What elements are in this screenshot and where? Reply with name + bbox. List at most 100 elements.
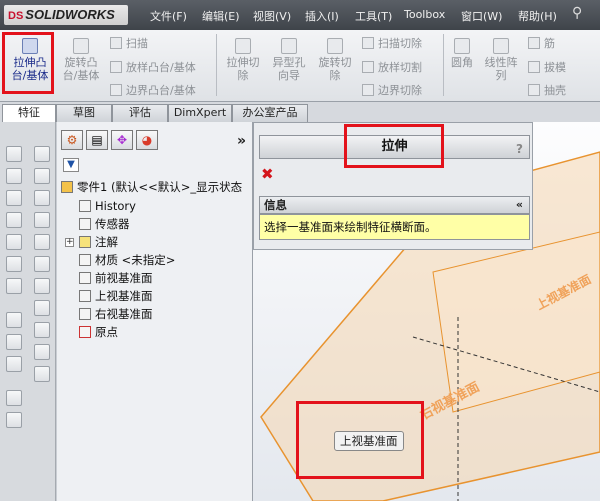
revolve-boss-icon [73,38,89,54]
menu-tools[interactable]: 工具(T) [355,8,392,24]
boundary-boss-button[interactable]: 边界凸台/基体 [110,82,196,98]
toolbar-tool-icon[interactable] [6,412,22,428]
toolbar-tool-icon[interactable] [6,312,22,328]
pin-icon[interactable]: ⚲ [572,5,582,21]
cancel-icon[interactable]: ✖ [261,165,274,183]
toolbar-tool-icon[interactable] [6,146,22,162]
revolve-cut-button[interactable]: 旋转切 除 [314,38,356,82]
extrude-cut-button[interactable]: 拉伸切 除 [222,38,264,82]
sweep-button[interactable]: 扫描 [110,35,148,51]
info-header[interactable]: 信息 « [259,196,530,214]
sweep-icon [110,37,122,49]
menu-file[interactable]: 文件(F) [150,8,187,24]
tree-part-root[interactable]: 零件1 (默认<<默认>_显示状态 [61,179,242,195]
toolbar-tool-icon[interactable] [34,168,50,184]
plane-icon [79,272,91,284]
lofted-cut-icon [362,61,374,73]
loft-icon [110,61,122,73]
tree-item-sensors[interactable]: 传感器 [79,216,130,232]
filter-icon[interactable]: ▼ [63,158,79,172]
lofted-cut-button[interactable]: 放样切割 [362,59,422,75]
display-manager-tab[interactable]: ◕ [136,130,158,150]
tree-item-origin[interactable]: 原点 [79,324,118,340]
collapse-icon[interactable]: « [516,197,523,213]
highlight-plane-tooltip [296,401,424,479]
feature-manager: ⚙ ▤ ✥ ◕ » ▼ 零件1 (默认<<默认>_显示状态 History 传感… [57,122,253,501]
toolbar-tool-icon[interactable] [34,146,50,162]
toolbar-tool-icon[interactable] [34,344,50,360]
toolbar-tool-icon[interactable] [34,366,50,382]
tab-features[interactable]: 特征 [2,104,56,123]
tree-item-material[interactable]: 材质 <未指定> [79,252,175,268]
highlight-extrude-boss [2,32,54,94]
highlight-extrude-title [344,124,444,168]
shell-icon [528,84,540,96]
menu-window[interactable]: 窗口(W) [461,8,502,24]
history-icon [79,200,91,212]
toolbar-tool-icon[interactable] [6,190,22,206]
help-icon[interactable]: ? [516,138,523,160]
tree-item-front-plane[interactable]: 前视基准面 [79,270,153,286]
draft-button[interactable]: 拔模 [528,59,566,75]
info-message: 选择一基准面来绘制特征横断面。 [259,214,530,240]
tab-office-products[interactable]: 办公室产品 [232,104,308,122]
toolbar-tool-icon[interactable] [34,322,50,338]
tree-item-annotations[interactable]: 注解 [79,234,118,250]
origin-icon [79,326,91,338]
swept-cut-icon [362,37,374,49]
menu-insert[interactable]: 插入(I) [305,8,339,24]
toolbar-tool-icon[interactable] [34,190,50,206]
loft-button[interactable]: 放样凸台/基体 [110,59,196,75]
toolbar-tool-icon[interactable] [6,212,22,228]
rib-icon [528,37,540,49]
tree-item-top-plane[interactable]: 上视基准面 [79,288,153,304]
toolbar-tool-icon[interactable] [6,356,22,372]
annotation-icon [79,236,91,248]
tab-evaluate[interactable]: 评估 [112,104,168,122]
toolbar-tool-icon[interactable] [34,278,50,294]
property-manager-tab[interactable]: ▤ [86,130,108,150]
menu-bar: DS SOLIDWORKS 文件(F) 编辑(E) 视图(V) 插入(I) 工具(… [0,0,600,30]
separator [216,34,217,96]
toolbar-tool-icon[interactable] [6,390,22,406]
toolbar-tool-icon[interactable] [6,234,22,250]
menu-view[interactable]: 视图(V) [253,8,291,24]
rib-button[interactable]: 筋 [528,35,555,51]
linear-pattern-button[interactable]: 线性阵 列 [480,38,522,82]
shell-button[interactable]: 抽壳 [528,82,566,98]
toolbar-tool-icon[interactable] [6,256,22,272]
more-tabs-button[interactable]: » [237,133,246,149]
tab-sketch[interactable]: 草图 [56,104,112,122]
menu-toolbox[interactable]: Toolbox [404,8,445,21]
toolbar-tool-icon[interactable] [34,212,50,228]
toolbar-tool-icon[interactable] [34,234,50,250]
revolve-boss-button[interactable]: 旋转凸 台/基体 [58,38,104,82]
feature-tree-tab[interactable]: ⚙ [61,130,83,150]
toolbar-tool-icon[interactable] [6,168,22,184]
swept-cut-button[interactable]: 扫描切除 [362,35,422,51]
hole-wizard-icon [281,38,297,54]
left-toolbars [0,122,56,501]
toolbar-tool-icon[interactable] [6,334,22,350]
boundary-boss-icon [110,84,122,96]
separator [443,34,444,96]
menu-edit[interactable]: 编辑(E) [202,8,240,24]
property-icon: ▤ [91,133,103,147]
expand-icon[interactable]: + [65,238,74,247]
configuration-tab[interactable]: ✥ [111,130,133,150]
menu-help[interactable]: 帮助(H) [518,8,557,24]
toolbar-tool-icon[interactable] [34,256,50,272]
boundary-cut-button[interactable]: 边界切除 [362,82,422,98]
feature-tree-icon: ⚙ [66,133,78,147]
tree-item-right-plane[interactable]: 右视基准面 [79,306,153,322]
toolbar-tool-icon[interactable] [34,300,50,316]
fillet-button[interactable]: 圆角 [448,38,476,69]
command-tabs: 特征 草图 评估 DimXpert 办公室产品 [0,102,600,123]
extrude-cut-icon [235,38,251,54]
tab-dimxpert[interactable]: DimXpert [168,104,232,122]
tree-item-history[interactable]: History [79,198,136,214]
linear-pattern-icon [493,38,509,54]
plane-icon [79,308,91,320]
toolbar-tool-icon[interactable] [6,278,22,294]
hole-wizard-button[interactable]: 异型孔 向导 [268,38,310,82]
